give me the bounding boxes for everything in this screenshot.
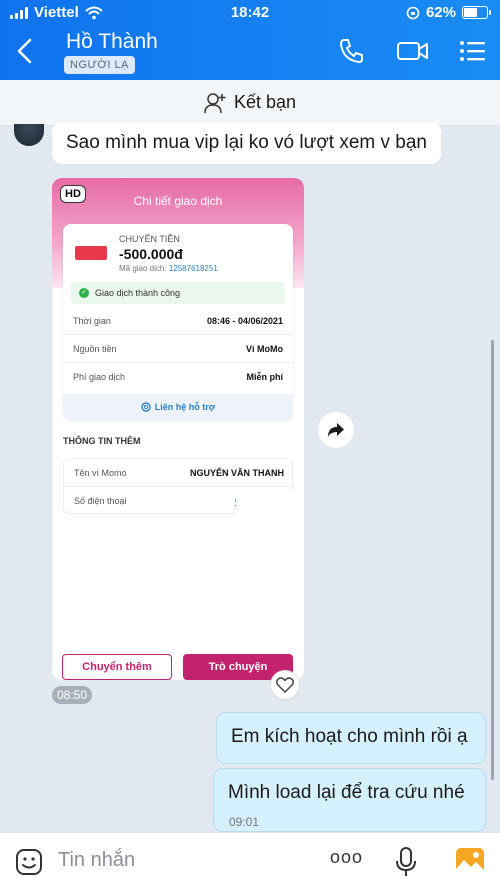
- wallet-name: NGUYỄN VĂN THANH: [189, 468, 284, 478]
- chat-header: Viettel 18:42 62% Hồ Thành NGƯỜI LẠ: [0, 0, 500, 80]
- redacted-area: [236, 490, 302, 514]
- row-time-value: 08:46 - 04/06/2021: [206, 316, 283, 326]
- video-call-icon[interactable]: [396, 36, 430, 66]
- message-time: 09:01: [229, 815, 260, 829]
- transaction-card: CHUYỂN TIỀN -500.000đ Mã giao dịch: 1258…: [63, 224, 293, 420]
- row-source-label: Nguồn tiền: [73, 344, 117, 354]
- battery-icon: [462, 6, 491, 19]
- row-source: Nguồn tiền Ví MoMo: [73, 344, 283, 354]
- row-fee-label: Phí giao dịch: [73, 372, 126, 382]
- more-options-icon[interactable]: ooo: [330, 847, 363, 868]
- message-input-bar: Tin nhắn ooo: [0, 832, 500, 889]
- outgoing-message[interactable]: Em kích hoạt cho mình rồi ạ: [216, 712, 486, 764]
- share-forward-button[interactable]: [318, 412, 354, 448]
- transfer-amount: -500.000đ: [119, 246, 183, 262]
- message-input[interactable]: Tin nhắn: [58, 849, 135, 872]
- divider: [63, 334, 293, 335]
- row-source-value: Ví MoMo: [246, 344, 283, 354]
- row-wallet: Tên ví Momo NGUYỄN VĂN THANH: [74, 468, 284, 478]
- forward-arrow-icon: [328, 423, 344, 437]
- transfer-more-button: Chuyển thêm: [62, 654, 172, 680]
- check-circle-icon: ✓: [79, 288, 89, 298]
- row-fee: Phí giao dịch Miễn phí: [73, 372, 283, 382]
- receipt-title: Chi tiết giao dịch: [133, 194, 223, 208]
- divider: [63, 362, 293, 363]
- status-text: Giao dịch thành công: [95, 288, 181, 298]
- add-friend-icon: [204, 92, 226, 113]
- support-link: Liên hệ hỗ trợ: [63, 394, 293, 420]
- transaction-id-row: Mã giao dịch: 12587618251: [119, 264, 218, 273]
- transfer-label: CHUYỂN TIỀN: [119, 234, 180, 244]
- support-label: Liên hệ hỗ trợ: [154, 402, 216, 412]
- add-friend-bar[interactable]: Kết bạn: [0, 80, 500, 126]
- image-gallery-icon[interactable]: [455, 847, 485, 875]
- phone-label: Số điện thoại: [74, 496, 127, 506]
- contact-avatar[interactable]: [14, 124, 44, 146]
- row-fee-value: Miễn phí: [246, 372, 284, 382]
- menu-list-icon[interactable]: [458, 36, 488, 66]
- more-info-title: THÔNG TIN THÊM: [63, 436, 141, 446]
- microphone-icon[interactable]: [394, 846, 418, 878]
- phone-call-icon[interactable]: [337, 36, 367, 66]
- wallet-label: Tên ví Momo: [74, 468, 127, 478]
- money-transfer-icon: [75, 246, 107, 260]
- rotation-lock-icon: [406, 6, 420, 19]
- react-heart-button[interactable]: [270, 670, 300, 700]
- sticker-emoji-icon[interactable]: [15, 848, 43, 876]
- status-success: ✓ Giao dịch thành công: [71, 282, 285, 304]
- incoming-message[interactable]: Sao mình mua vip lại ko vó lượt xem v bạ…: [52, 122, 441, 164]
- status-bar: Viettel 18:42 62%: [0, 0, 500, 26]
- shared-image-momo-receipt[interactable]: HD Chi tiết giao dịch CHUYỂN TIỀN -500.0…: [52, 178, 304, 680]
- outgoing-message[interactable]: Mình load lại để tra cứu nhé 09:01: [213, 768, 486, 832]
- outgoing-message-text: Mình load lại để tra cứu nhé: [228, 782, 465, 803]
- contact-name[interactable]: Hồ Thành: [66, 30, 158, 54]
- transaction-id: 12587618251: [168, 264, 218, 273]
- outgoing-message-text: Em kích hoạt cho mình rồi ạ: [231, 726, 468, 747]
- transaction-id-label: Mã giao dịch:: [119, 264, 167, 273]
- row-time-label: Thời gian: [73, 316, 111, 326]
- lifebuoy-icon: [141, 402, 151, 412]
- add-friend-label: Kết bạn: [233, 92, 297, 112]
- divider: [64, 486, 294, 487]
- message-time: 08:50: [52, 686, 93, 704]
- stranger-badge: NGƯỜI LẠ: [64, 56, 135, 74]
- row-time: Thời gian 08:46 - 04/06/2021: [73, 316, 283, 326]
- battery-percent: 62%: [425, 4, 456, 21]
- back-chevron-icon[interactable]: [12, 36, 40, 66]
- heart-icon: [276, 677, 294, 693]
- chat-scrollbar[interactable]: [491, 340, 494, 780]
